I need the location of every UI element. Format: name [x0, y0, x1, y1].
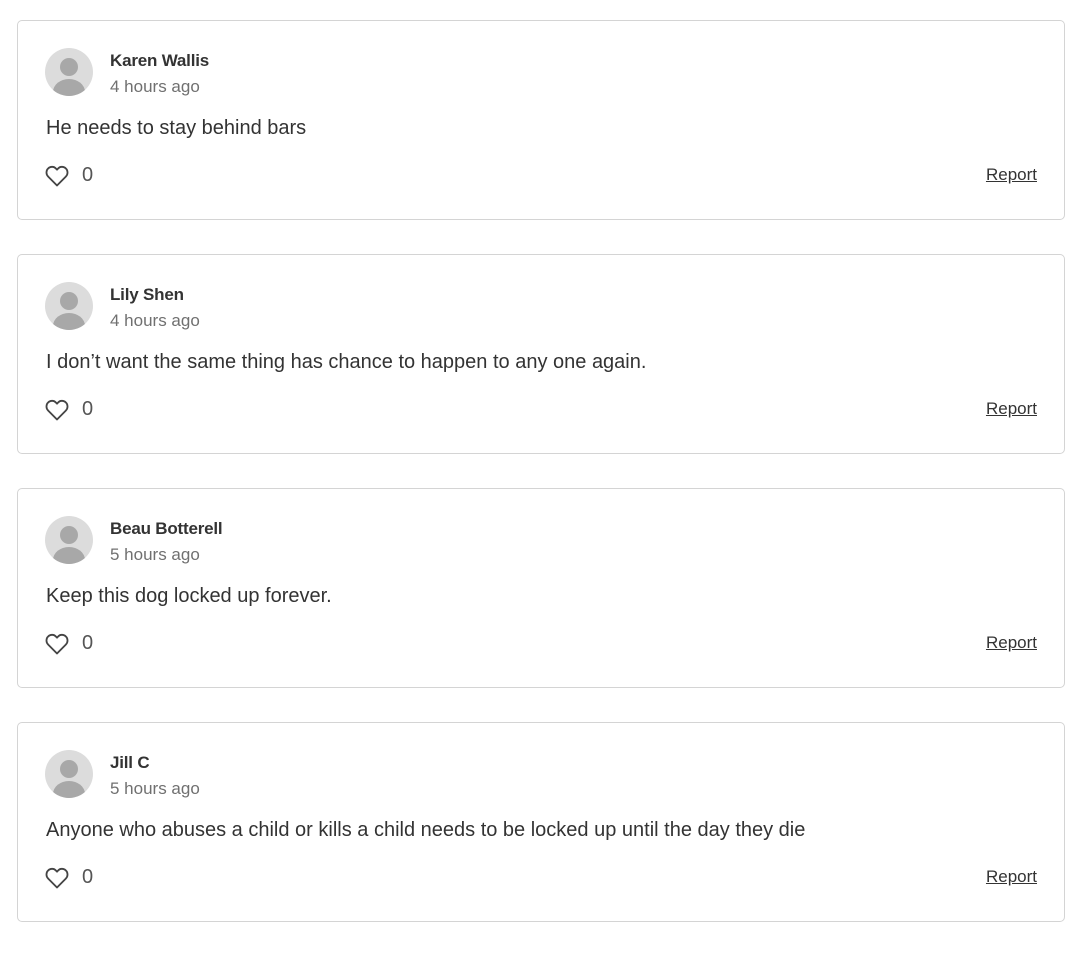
like-count: 0 — [82, 866, 94, 888]
comment-author: Jill C — [110, 753, 150, 772]
heart-outline-icon — [45, 165, 69, 186]
comment-timestamp: 5 hours ago — [110, 545, 200, 564]
heart-outline-icon — [45, 867, 69, 888]
like-button[interactable]: 0 — [45, 164, 93, 187]
comment-timestamp: 4 hours ago — [110, 77, 200, 96]
comment-text: I don’t want the same thing has chance t… — [46, 351, 647, 373]
default-avatar-icon — [45, 282, 93, 330]
report-link[interactable]: Report — [986, 867, 1037, 887]
report-link[interactable]: Report — [986, 399, 1037, 419]
default-avatar-icon — [45, 48, 93, 96]
comment-author: Karen Wallis — [110, 51, 210, 70]
report-link[interactable]: Report — [986, 633, 1037, 653]
comment-timestamp: 5 hours ago — [110, 779, 200, 798]
like-button[interactable]: 0 — [45, 398, 93, 421]
heart-outline-icon — [45, 633, 69, 654]
comment-card: Jill C 5 hours ago Anyone who abuses a c… — [17, 722, 1065, 922]
comment-text: Keep this dog locked up forever. — [46, 585, 332, 607]
like-count: 0 — [82, 632, 94, 654]
comment-card: Beau Botterell 5 hours ago Keep this dog… — [17, 488, 1065, 688]
comment-card: Lily Shen 4 hours ago I don’t want the s… — [17, 254, 1065, 454]
comment-text: Anyone who abuses a child or kills a chi… — [46, 819, 806, 841]
heart-outline-icon — [45, 399, 69, 420]
report-link[interactable]: Report — [986, 165, 1037, 185]
comment-author: Lily Shen — [110, 285, 184, 304]
like-count: 0 — [82, 164, 94, 186]
default-avatar-icon — [45, 750, 93, 798]
comment-author: Beau Botterell — [110, 519, 223, 538]
like-count: 0 — [82, 398, 94, 420]
like-button[interactable]: 0 — [45, 632, 93, 655]
comment-timestamp: 4 hours ago — [110, 311, 200, 330]
like-button[interactable]: 0 — [45, 866, 93, 889]
comment-text: He needs to stay behind bars — [46, 117, 307, 139]
comment-list: Karen Wallis 4 hours ago He needs to sta… — [17, 20, 1065, 956]
comment-card: Karen Wallis 4 hours ago He needs to sta… — [17, 20, 1065, 220]
default-avatar-icon — [45, 516, 93, 564]
